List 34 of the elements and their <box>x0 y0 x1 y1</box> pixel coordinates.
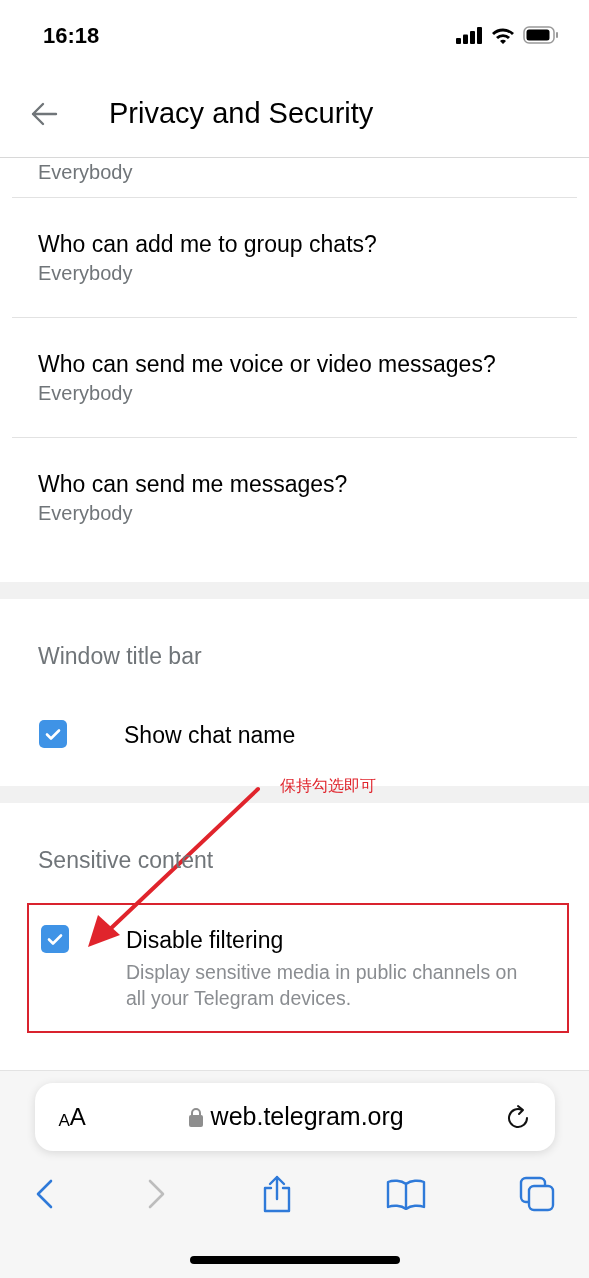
privacy-option[interactable]: Who can send me voice or video messages? Everybody <box>12 318 577 438</box>
option-value: Everybody <box>38 260 134 286</box>
lock-icon <box>188 1107 203 1127</box>
text-size-button[interactable]: AA <box>58 1105 86 1129</box>
option-title: Who can send me voice or video messages? <box>38 349 497 379</box>
checkbox-option[interactable]: Disable filtering Display sensitive media in public channels on all your Telegram devices. <box>27 903 569 1033</box>
option-description: Display sensitive media in public channels on all your Telegram devices. <box>126 960 519 1011</box>
option-value: Everybody <box>38 160 134 185</box>
wifi-icon <box>491 26 515 44</box>
privacy-option[interactable]: Who can add me to group chats? Everybody <box>12 198 577 318</box>
reload-icon[interactable] <box>506 1104 531 1130</box>
privacy-option[interactable]: Who can send me messages? Everybody <box>12 438 577 558</box>
checkbox[interactable] <box>41 925 69 953</box>
option-value: Everybody <box>38 501 134 526</box>
page-title: Privacy and Security <box>109 95 374 131</box>
status-time: 16:18 <box>43 21 100 50</box>
option-label: Disable filtering <box>126 926 285 955</box>
signal-icon <box>456 26 483 44</box>
option-value: Everybody <box>38 380 134 406</box>
section-heading: Window title bar <box>37 642 203 671</box>
annotation-note: 保持勾选即可 <box>280 775 376 797</box>
back-chevron-icon[interactable] <box>34 1178 54 1210</box>
url-text: web.telegram.org <box>210 1101 404 1133</box>
option-label: Show chat name <box>124 720 296 750</box>
address-bar[interactable]: AA web.telegram.org <box>34 1083 555 1151</box>
book-icon[interactable] <box>385 1178 426 1210</box>
tabs-icon[interactable] <box>519 1176 555 1212</box>
battery-icon <box>523 26 559 44</box>
privacy-option[interactable]: Everybody <box>12 158 577 198</box>
option-title: Who can add me to group chats? <box>38 229 378 259</box>
checkbox[interactable] <box>39 719 67 748</box>
checkbox-option[interactable]: Show chat name <box>12 699 577 770</box>
back-arrow-icon <box>30 101 58 126</box>
option-title: Who can send me messages? <box>38 470 349 499</box>
